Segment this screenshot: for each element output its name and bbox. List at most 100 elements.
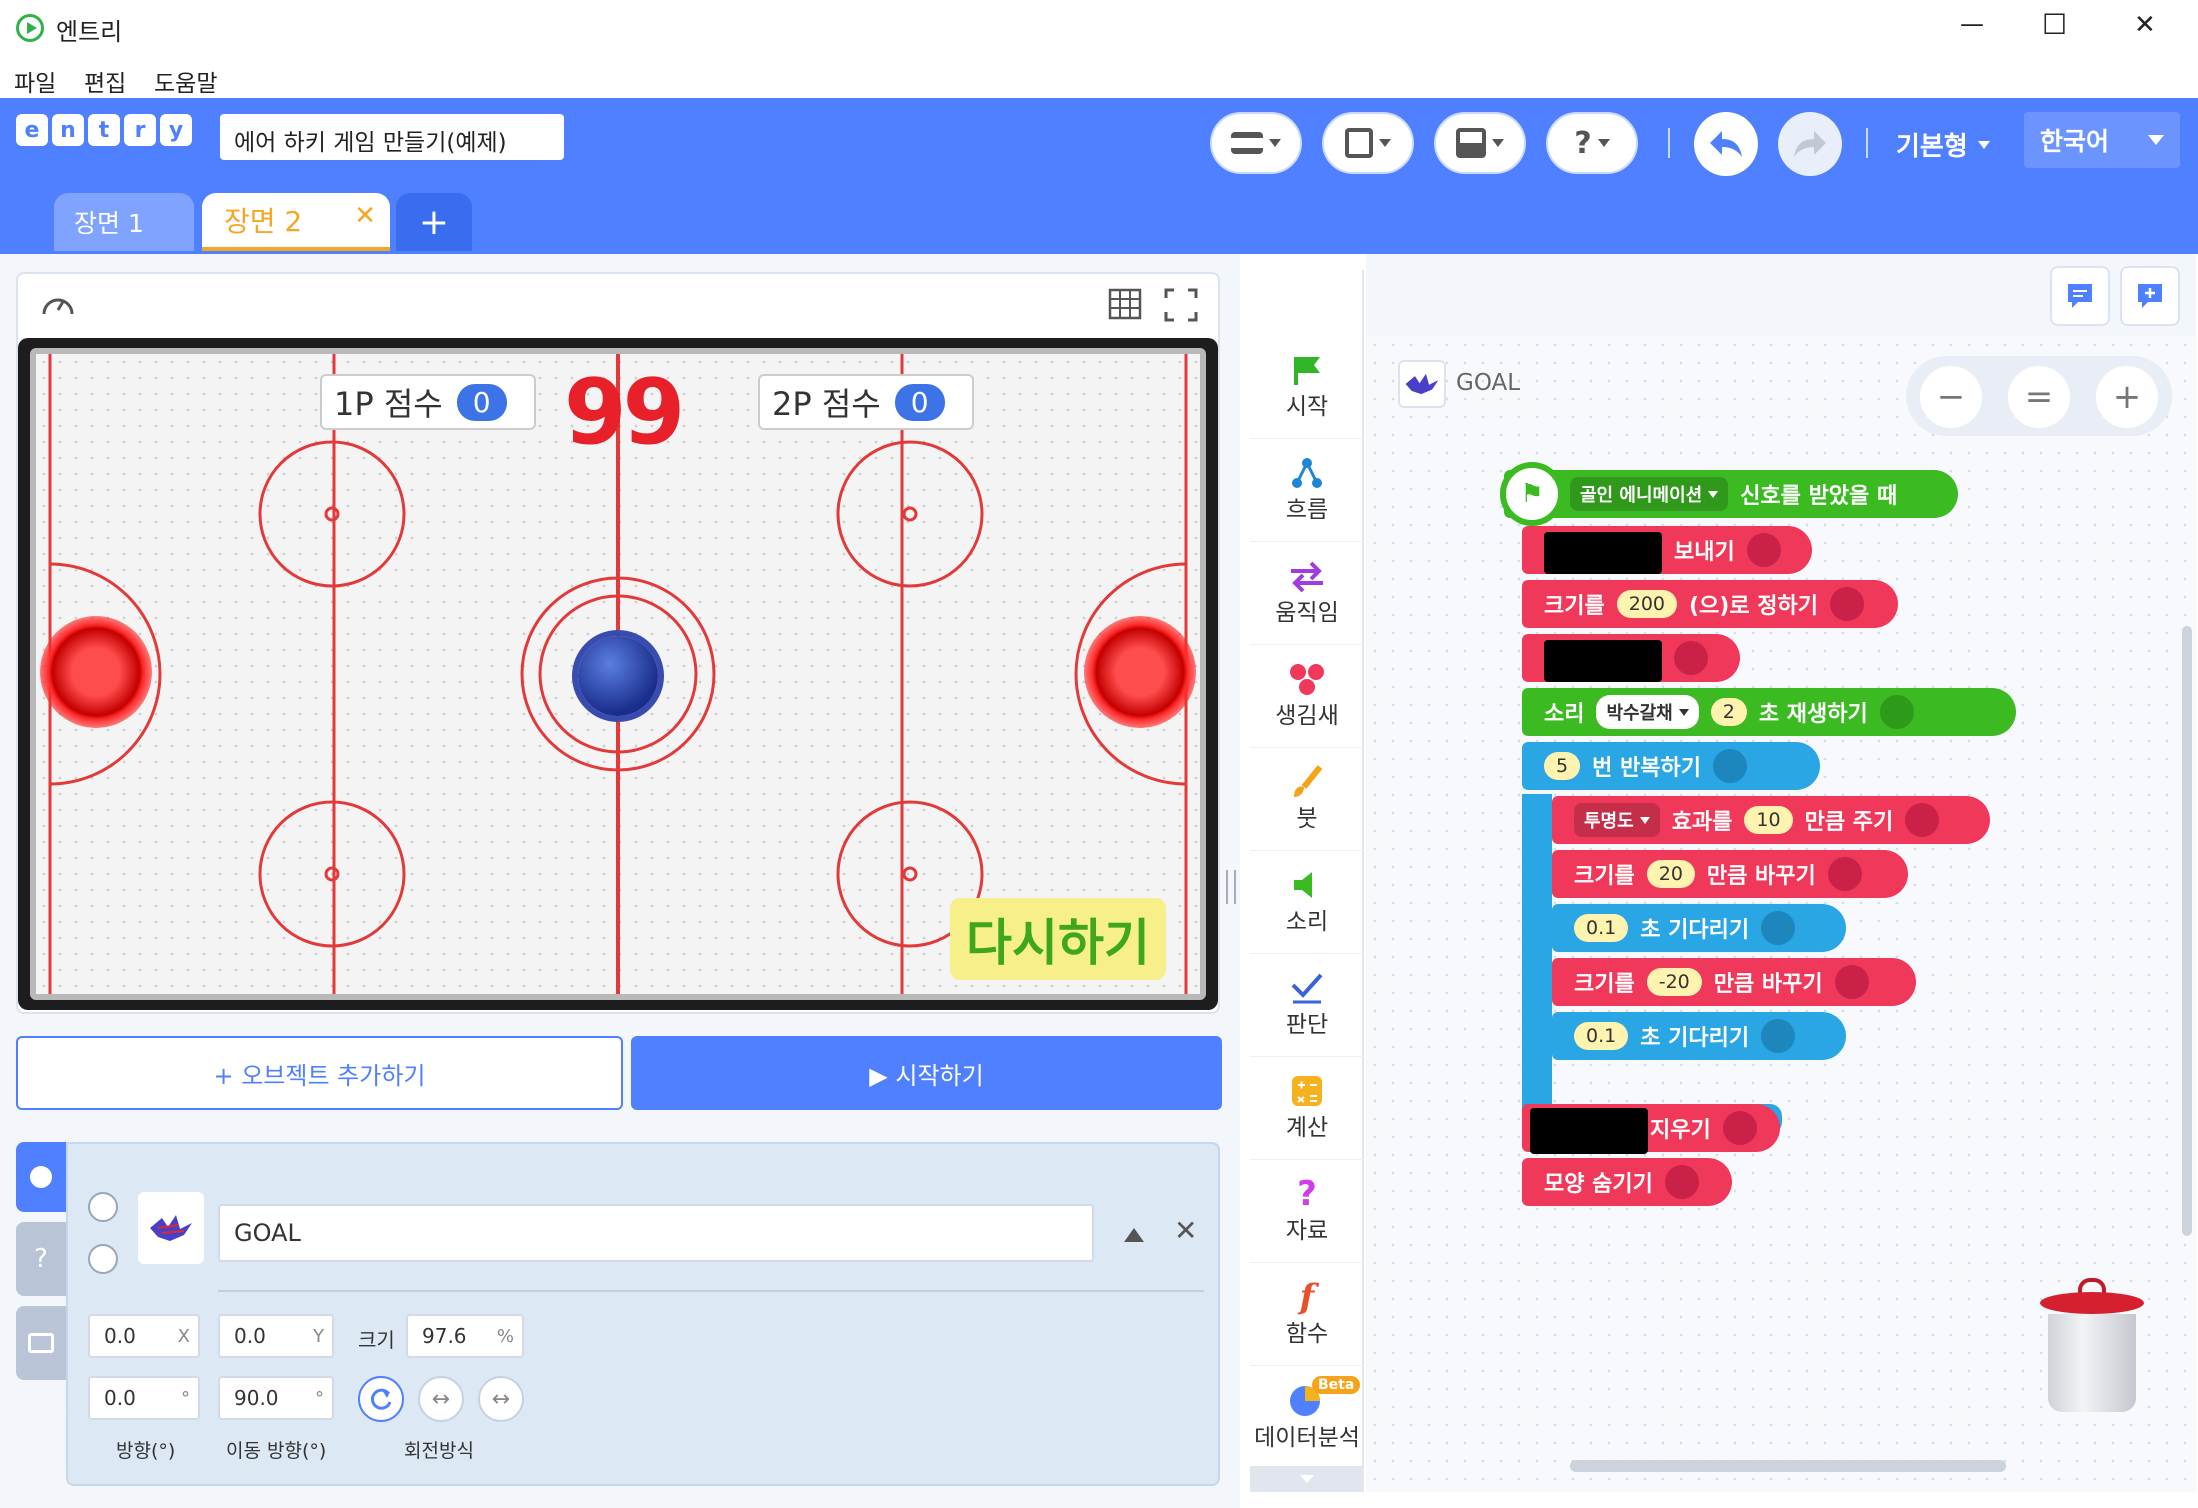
x-coordinate-input[interactable]: 0.0 X (88, 1314, 200, 1358)
close-window-button[interactable]: ✕ (2134, 10, 2156, 40)
menu-edit[interactable]: 편집 (84, 64, 126, 98)
object-thumbnail[interactable] (138, 1192, 204, 1264)
category-start[interactable]: 시작 (1250, 336, 1364, 439)
panel-splitter[interactable] (1226, 870, 1236, 904)
category-judgement[interactable]: 판단 (1250, 954, 1364, 1057)
object-name-input[interactable]: GOAL (218, 1204, 1094, 1262)
change-size-block[interactable]: 크기를 20 만큼 바꾸기 (1552, 850, 1908, 898)
rotate-horizontal-button[interactable]: ↔ (418, 1376, 464, 1422)
collapse-arrow-icon[interactable] (1124, 1228, 1144, 1242)
rotate-free-button[interactable] (358, 1376, 404, 1422)
add-object-button[interactable]: + 오브젝트 추가하기 (16, 1036, 623, 1110)
zoom-in-button[interactable]: + (2096, 366, 2158, 428)
flow-icon (1761, 911, 1796, 945)
undo-icon (1710, 131, 1742, 157)
play-sound-block[interactable]: 소리 박수갈채 2 초 재생하기 (1522, 688, 2016, 736)
side-tab-help[interactable]: ? (16, 1222, 66, 1296)
delete-object-icon[interactable]: ✕ (1174, 1214, 1197, 1247)
hide-block[interactable]: 모양 숨기기 (1522, 1158, 1732, 1206)
set-size-value[interactable]: 200 (1616, 590, 1677, 618)
sound-seconds-value[interactable]: 2 (1710, 698, 1747, 726)
wait-value[interactable]: 0.1 (1574, 914, 1629, 942)
save-icon (1456, 128, 1486, 158)
size-input[interactable]: 97.6% (406, 1314, 524, 1358)
wait-seconds-block[interactable]: 0.1 초 기다리기 (1552, 1012, 1846, 1060)
vertical-scrollbar[interactable] (2182, 626, 2192, 1236)
comment-button[interactable] (2050, 266, 2110, 326)
entry-logo[interactable]: e n t r y (16, 114, 192, 146)
language-select[interactable]: 한국어 (2024, 112, 2180, 168)
change-size-value[interactable]: -20 (1646, 968, 1702, 996)
timer-display: 99 (564, 360, 685, 465)
wait-seconds-block[interactable]: 0.1 초 기다리기 (1552, 904, 1846, 952)
zoom-reset-button[interactable]: = (2008, 366, 2070, 428)
category-calculation[interactable]: 계산 (1250, 1057, 1364, 1160)
trash-can-icon[interactable] (2034, 1278, 2150, 1414)
category-motion[interactable]: 움직임 (1250, 542, 1364, 645)
title-bar: 엔트리 — ☐ ✕ (0, 0, 2198, 58)
category-brush[interactable]: 붓 (1250, 748, 1364, 851)
scroll-down-icon[interactable] (1250, 1466, 1364, 1492)
restart-sprite[interactable]: 다시하기 (950, 898, 1166, 980)
document-menu-button[interactable] (1322, 112, 1414, 174)
category-data[interactable]: ? 자료 (1250, 1160, 1364, 1263)
change-size-value[interactable]: 20 (1646, 860, 1695, 888)
signal-dropdown[interactable]: 골인 에니메이션 (1570, 477, 1729, 511)
category-flow[interactable]: 흐름 (1250, 439, 1364, 542)
tab-scene-1[interactable]: 장면 1 (54, 193, 194, 251)
menu-bar: 파일 편집 도움말 (0, 58, 2198, 98)
start-button[interactable]: ▶ 시작하기 (631, 1036, 1222, 1110)
save-menu-button[interactable] (1434, 112, 1526, 174)
move-direction-input[interactable]: 90.0 ° (218, 1376, 334, 1420)
tab-scene-2[interactable]: 장면 2 ✕ (202, 193, 390, 251)
repeat-block[interactable]: 5 번 반복하기 (1522, 742, 1820, 790)
rotate-none-button[interactable]: ↔ (478, 1376, 524, 1422)
game-stage[interactable]: 1P 점수 0 99 2P 점수 0 다시하기 (18, 338, 1218, 1010)
visibility-eye-icon[interactable] (88, 1192, 118, 1222)
side-tab-console[interactable] (16, 1306, 66, 1380)
add-scene-button[interactable]: + (396, 193, 472, 251)
repeat-count-value[interactable]: 5 (1544, 752, 1581, 780)
category-data-analysis[interactable]: 데이터분석 Beta (1250, 1366, 1364, 1469)
undo-button[interactable] (1694, 112, 1758, 176)
mode-selector[interactable]: 기본형 (1896, 126, 1990, 163)
effect-dropdown[interactable]: 투명도 (1574, 803, 1660, 837)
grid-icon[interactable] (1108, 288, 1142, 320)
zoom-out-button[interactable]: − (1920, 366, 1982, 428)
set-size-block[interactable]: 크기를 200 (으)로 정하기 (1522, 580, 1898, 628)
maximize-button[interactable]: ☐ (2042, 8, 2067, 41)
block-category-list: 시작 흐름 움직임 생김새 붓 소리 판단 계산 ? 자료 f 함수 데이터분석… (1250, 270, 1364, 1492)
minimize-button[interactable]: — (1960, 10, 1984, 38)
horizontal-scrollbar[interactable] (1570, 1460, 2006, 1472)
add-effect-block[interactable]: 투명도 효과를 10 만큼 주기 (1552, 796, 1990, 844)
y-coordinate-input[interactable]: 0.0 Y (218, 1314, 334, 1358)
rotate-icon (370, 1388, 392, 1410)
lock-icon[interactable] (88, 1244, 118, 1274)
sound-dropdown[interactable]: 박수갈채 (1596, 695, 1699, 729)
wait-value[interactable]: 0.1 (1574, 1022, 1629, 1050)
menu-file[interactable]: 파일 (14, 64, 56, 98)
object-panel: GOAL ✕ 0.0 X 0.0 Y 크기 97.6% 0.0 ° 90.0 ° ↔ ↔… (66, 1142, 1220, 1486)
project-name-input[interactable]: 에어 하키 게임 만들기(예제) (220, 114, 564, 160)
when-signal-received-block[interactable]: 골인 에니메이션 신호를 받았을 때 (1504, 470, 1958, 518)
change-size-block[interactable]: 크기를 -20 만큼 바꾸기 (1552, 958, 1916, 1006)
help-menu-button[interactable]: ? (1546, 112, 1638, 174)
side-tab-objects[interactable] (16, 1142, 66, 1212)
effect-value[interactable]: 10 (1744, 806, 1793, 834)
category-sound[interactable]: 소리 (1250, 851, 1364, 954)
signal-antenna-icon: ⚑ (1500, 462, 1564, 526)
fullscreen-icon[interactable] (1164, 288, 1198, 322)
direction-input[interactable]: 0.0 ° (88, 1376, 200, 1420)
close-tab-icon[interactable]: ✕ (354, 201, 376, 231)
object-menu-button[interactable] (1210, 112, 1302, 174)
looks-icon (1827, 857, 1862, 891)
menu-help[interactable]: 도움말 (154, 64, 217, 98)
category-function[interactable]: f 함수 (1250, 1263, 1364, 1366)
speedometer-icon[interactable] (40, 288, 76, 320)
add-comment-button[interactable] (2120, 266, 2180, 326)
block-workspace[interactable]: GOAL − = + 골인 에니메이션 신호를 받았을 때 ⚑ 보내기 크기를 … (1366, 336, 2196, 1492)
redo-button[interactable] (1778, 112, 1842, 176)
looks-icon (1746, 533, 1781, 567)
brush-icon (1294, 765, 1323, 797)
category-looks[interactable]: 생김새 (1250, 645, 1364, 748)
